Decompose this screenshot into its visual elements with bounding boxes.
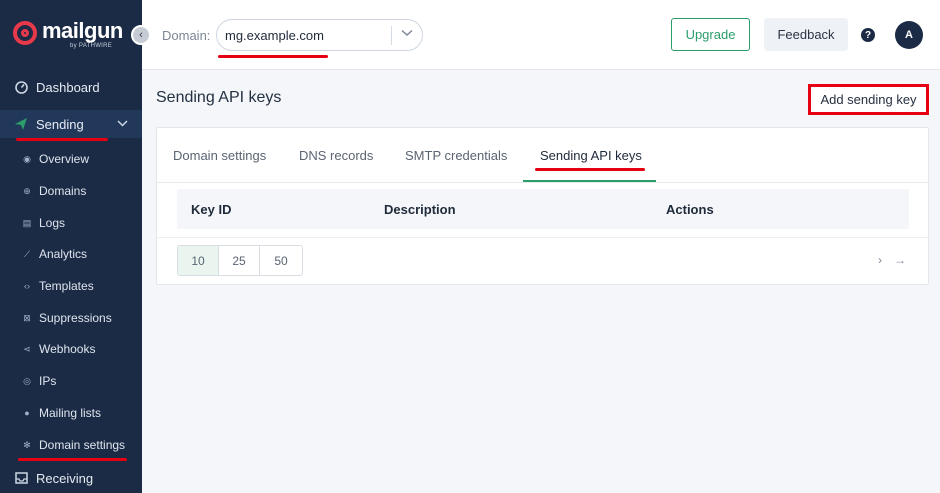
table-divider [157, 237, 928, 238]
next-page-icon[interactable]: › [878, 253, 882, 267]
mailgun-logo-icon [13, 21, 37, 45]
page-size-option[interactable]: 50 [260, 246, 302, 275]
annotation-underline [535, 168, 645, 171]
sidebar-item-label: Sending [36, 116, 84, 132]
sidebar-item-ips[interactable]: ◎ IPs [0, 368, 142, 394]
domain-select[interactable]: mg.example.com [216, 19, 423, 51]
sidebar-item-label: Webhooks [39, 342, 96, 356]
add-sending-key-button[interactable]: Add sending key [808, 84, 929, 115]
chart-icon: ⟋ [23, 248, 31, 259]
top-bar: Domain: mg.example.com Upgrade Feedback … [142, 0, 940, 70]
sidebar-item-overview[interactable]: ◉ Overview [0, 146, 142, 172]
logo-wordmark: mailgun [42, 18, 123, 43]
page-title: Sending API keys [156, 89, 282, 106]
select-divider [391, 26, 392, 45]
tab-dns-records[interactable]: DNS records [299, 148, 373, 163]
page-size-option[interactable]: 25 [219, 246, 260, 275]
location-icon: ◎ [23, 375, 31, 386]
sidebar-item-label: Receiving [36, 470, 94, 486]
sidebar-item-domain-settings[interactable]: ✻ Domain settings [0, 432, 142, 458]
dashboard-icon [14, 80, 28, 94]
domain-value: mg.example.com [225, 28, 324, 43]
column-header-key-id: Key ID [191, 202, 232, 217]
last-page-icon[interactable]: → [894, 253, 906, 267]
page-size-option[interactable]: 10 [178, 246, 219, 275]
api-keys-card: Domain settings DNS records SMTP credent… [156, 127, 929, 285]
gear-icon: ✻ [23, 439, 31, 450]
chevron-down-icon [401, 26, 413, 40]
chevron-down-icon [117, 118, 128, 130]
tab-smtp-credentials[interactable]: SMTP credentials [405, 148, 507, 163]
sidebar-item-mailing-lists[interactable]: ● Mailing lists [0, 400, 142, 426]
tab-domain-settings[interactable]: Domain settings [173, 148, 266, 163]
inbox-icon [14, 471, 28, 485]
feedback-button[interactable]: Feedback [764, 18, 848, 51]
mailgun-logo[interactable]: mailgun by PATHWIRE [13, 20, 123, 49]
globe-icon: ⊕ [23, 185, 31, 196]
sidebar-item-label: Analytics [39, 247, 88, 261]
sidebar-item-sending[interactable]: Sending [0, 110, 142, 138]
sidebar: mailgun by PATHWIRE Dashboard Sending ◉ O… [0, 0, 142, 493]
block-icon: ⊠ [23, 312, 31, 323]
sidebar-item-label: Overview [39, 152, 90, 166]
sidebar-item-label: Dashboard [36, 79, 100, 95]
annotation-underline [218, 55, 328, 58]
sidebar-item-dashboard[interactable]: Dashboard [0, 73, 142, 101]
eye-icon: ◉ [23, 153, 31, 164]
sidebar-item-label: IPs [39, 374, 57, 388]
person-icon: ● [24, 408, 30, 418]
logo-byline: by PATHWIRE [70, 43, 113, 49]
tab-sending-api-keys[interactable]: Sending API keys [540, 148, 642, 163]
pagination-arrows: › → [878, 253, 906, 267]
sidebar-item-templates[interactable]: ‹› Templates [0, 273, 142, 299]
table-header: Key ID Description Actions [177, 189, 909, 229]
sidebar-item-label: Logs [39, 216, 66, 230]
sidebar-item-suppressions[interactable]: ⊠ Suppressions [0, 305, 142, 331]
sidebar-item-logs[interactable]: ▤ Logs [0, 210, 142, 236]
chevron-left-icon: ‹ [139, 29, 143, 41]
code-icon: ‹› [24, 281, 30, 291]
avatar[interactable]: A [895, 21, 923, 49]
upgrade-button[interactable]: Upgrade [671, 18, 750, 51]
sidebar-item-receiving[interactable]: Receiving [0, 464, 142, 492]
page-size-selector: 10 25 50 [177, 245, 303, 276]
paper-plane-icon [14, 117, 28, 131]
sidebar-item-label: Domain settings [39, 438, 126, 452]
help-icon[interactable]: ? [861, 28, 875, 42]
sidebar-item-domains[interactable]: ⊕ Domains [0, 178, 142, 204]
tabs-divider [157, 182, 928, 183]
sidebar-item-analytics[interactable]: ⟋ Analytics [0, 241, 142, 267]
sidebar-collapse-button[interactable]: ‹ [131, 25, 151, 45]
sidebar-item-webhooks[interactable]: ⋖ Webhooks [0, 336, 142, 362]
column-header-description: Description [384, 202, 456, 217]
share-icon: ⋖ [23, 343, 31, 354]
column-header-actions: Actions [666, 202, 714, 217]
sidebar-item-label: Suppressions [39, 311, 112, 325]
document-icon: ▤ [22, 217, 32, 228]
annotation-underline [18, 458, 127, 461]
sidebar-item-label: Templates [39, 279, 94, 293]
sidebar-item-label: Domains [39, 184, 87, 198]
annotation-underline [16, 138, 108, 141]
sidebar-item-label: Mailing lists [39, 406, 102, 420]
domain-label: Domain: [162, 28, 211, 43]
